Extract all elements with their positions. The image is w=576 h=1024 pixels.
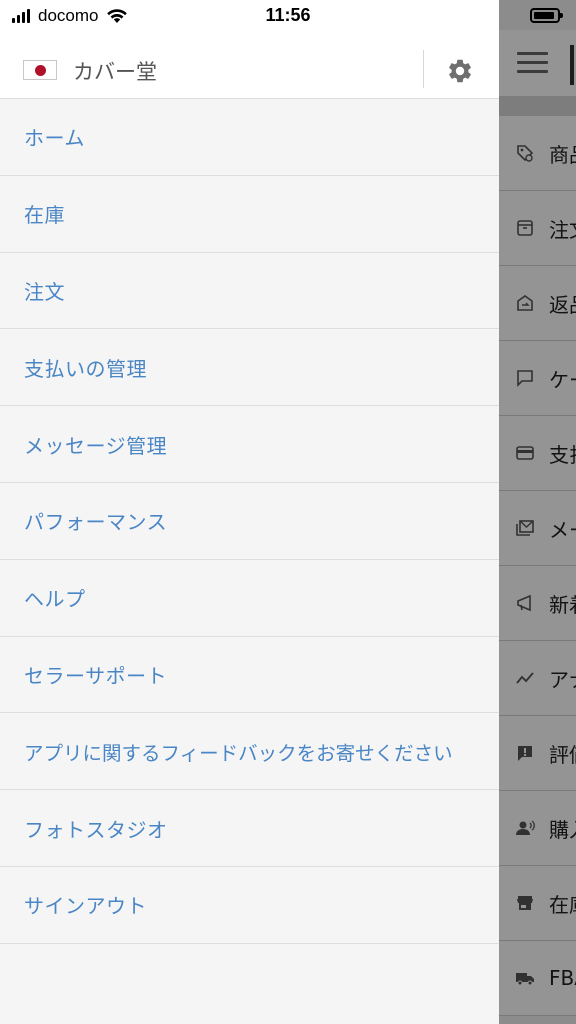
menu-item-label: メッセージ管理: [24, 433, 168, 458]
flag-sun: [35, 65, 46, 76]
drawer-header: カバー堂: [0, 34, 499, 99]
settings-button[interactable]: [438, 53, 482, 89]
menu-item-inventory[interactable]: 在庫: [0, 176, 499, 253]
menu-item-label: フォトスタジオ: [24, 817, 168, 842]
menu-item-label: 支払いの管理: [24, 356, 147, 381]
navigation-drawer: カバー堂 ホーム 在庫 注文 支払いの管理 メッセージ管理 パフォーマンス ヘル…: [0, 0, 499, 1024]
menu-item-home[interactable]: ホーム: [0, 99, 499, 176]
menu-item-label: ホーム: [24, 126, 85, 151]
menu-item-sign-out[interactable]: サインアウト: [0, 867, 499, 944]
menu-item-label: 在庫: [24, 203, 65, 228]
menu-item-label: 注文: [24, 279, 65, 304]
menu-item-label: サインアウト: [24, 894, 147, 919]
menu-item-performance[interactable]: パフォーマンス: [0, 483, 499, 560]
header-divider: [423, 50, 424, 88]
store-name: カバー堂: [73, 60, 157, 84]
menu-item-help[interactable]: ヘルプ: [0, 560, 499, 637]
status-time: 11:56: [265, 5, 311, 25]
drawer-menu: ホーム 在庫 注文 支払いの管理 メッセージ管理 パフォーマンス ヘルプ セラー…: [0, 99, 499, 944]
status-bar: docomo 11:56: [0, 0, 576, 34]
menu-item-label: アプリに関するフィードバックをお寄せください: [24, 741, 453, 765]
menu-item-seller-support[interactable]: セラーサポート: [0, 637, 499, 714]
gear-icon: [449, 59, 471, 83]
menu-item-label: ヘルプ: [24, 587, 86, 612]
menu-item-payments[interactable]: 支払いの管理: [0, 329, 499, 407]
menu-item-app-feedback[interactable]: アプリに関するフィードバックをお寄せください: [0, 713, 499, 791]
battery-icon: [530, 8, 563, 23]
drawer-bottom-space: [0, 944, 499, 1024]
menu-item-photo-studio[interactable]: フォトスタジオ: [0, 790, 499, 867]
menu-item-messages[interactable]: メッセージ管理: [0, 406, 499, 483]
menu-item-label: パフォーマンス: [24, 510, 168, 535]
menu-item-label: セラーサポート: [24, 663, 168, 688]
menu-item-orders[interactable]: 注文: [0, 253, 499, 330]
japan-flag-icon: [23, 60, 57, 80]
